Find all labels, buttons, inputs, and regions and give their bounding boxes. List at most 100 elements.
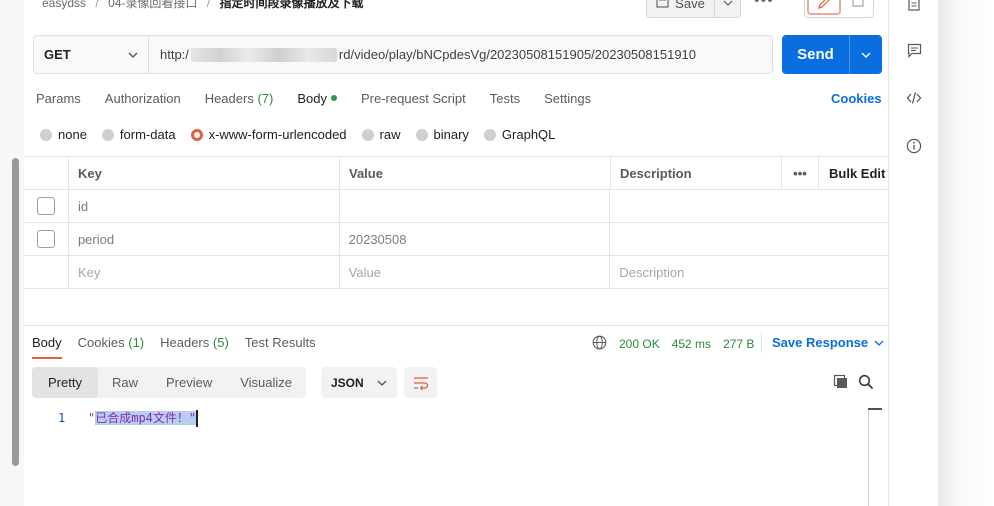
table-row-new: Key Value Description	[24, 256, 889, 289]
tab-response-cookies[interactable]: Cookies (1)	[78, 335, 144, 359]
tab-response-body[interactable]: Body	[32, 335, 62, 359]
tab-tests[interactable]: Tests	[490, 91, 520, 111]
request-tabs: Params Authorization Headers (7) Body Pr…	[36, 91, 615, 111]
tab-response-headers[interactable]: Headers (5)	[160, 335, 229, 359]
row-checkbox[interactable]	[36, 197, 55, 215]
column-header-value: Value	[340, 157, 611, 189]
info-icon[interactable]	[905, 137, 923, 155]
format-preview[interactable]: Preview	[152, 367, 226, 398]
breadcrumb-collection[interactable]: easydss	[42, 0, 86, 10]
chevron-down-icon	[377, 380, 387, 386]
editor-scroll-track[interactable]	[868, 409, 869, 506]
wrap-lines-button[interactable]	[404, 367, 437, 398]
tab-params[interactable]: Params	[36, 91, 81, 111]
selected-response-text[interactable]: 已合成mp4文件！"	[95, 411, 197, 425]
tab-authorization[interactable]: Authorization	[105, 91, 181, 111]
comment-mode-button[interactable]	[843, 0, 873, 17]
save-response-button[interactable]: Save Response	[772, 335, 884, 350]
radio-circle-selected	[190, 128, 203, 141]
row-description[interactable]	[610, 223, 889, 255]
pane-divider[interactable]	[24, 325, 889, 326]
line-number: 1	[58, 411, 66, 425]
edit-mode-button[interactable]	[807, 0, 841, 15]
search-icon[interactable]	[858, 374, 874, 393]
status-divider	[761, 333, 762, 353]
bulk-edit-button[interactable]: Bulk Edit	[819, 157, 889, 189]
format-visualize[interactable]: Visualize	[226, 367, 306, 398]
ellipsis-icon[interactable]: •••	[754, 0, 774, 10]
url-prefix: http:/	[160, 47, 189, 62]
send-options-button[interactable]	[849, 35, 882, 74]
save-label: Save	[675, 0, 705, 11]
send-group: Send	[782, 35, 882, 74]
chevron-down-icon	[723, 0, 732, 6]
body-type-options: none form-data x-www-form-urlencoded raw…	[40, 127, 570, 142]
radio-circle	[415, 128, 428, 141]
chevron-down-icon	[861, 52, 871, 58]
save-options-button[interactable]	[715, 0, 741, 18]
method-select[interactable]: GET	[34, 36, 149, 73]
row-key[interactable]: id	[69, 190, 340, 222]
right-sidebar	[888, 0, 938, 506]
radio-binary[interactable]: binary	[415, 127, 469, 142]
new-key-input[interactable]: Key	[69, 256, 340, 288]
row-checkbox[interactable]	[36, 230, 55, 248]
radio-circle	[40, 128, 52, 141]
request-url-bar: GET http:/ rd/video/play/bNCpdesVg/20230…	[33, 35, 773, 74]
code-icon[interactable]	[905, 89, 923, 107]
breadcrumb-separator: /	[206, 0, 211, 10]
row-checkbox-cell	[24, 190, 69, 222]
row-value[interactable]	[340, 190, 611, 222]
method-label: GET	[44, 47, 71, 62]
table-row: id	[24, 190, 889, 223]
document-icon[interactable]	[905, 0, 923, 12]
response-size[interactable]: 277 B	[723, 337, 754, 351]
tab-headers[interactable]: Headers (7)	[205, 91, 274, 111]
radio-none[interactable]: none	[40, 127, 87, 142]
language-select[interactable]: JSON	[321, 367, 397, 398]
globe-icon[interactable]	[592, 335, 607, 353]
save-group: Save	[646, 0, 741, 18]
row-key[interactable]: period	[69, 223, 340, 255]
radio-graphql[interactable]: GraphQL	[483, 127, 555, 142]
response-time[interactable]: 452 ms	[672, 337, 711, 351]
response-body-code[interactable]: "已合成mp4文件！"	[88, 409, 199, 427]
table-header: Key Value Description ••• Bulk Edit	[24, 157, 889, 190]
row-checkbox-cell	[24, 256, 69, 288]
radio-raw[interactable]: raw	[361, 127, 401, 142]
tab-test-results[interactable]: Test Results	[245, 335, 316, 359]
row-description[interactable]	[610, 190, 889, 222]
new-value-input[interactable]: Value	[340, 256, 611, 288]
editor-scroll-thumb[interactable]	[868, 408, 882, 410]
status-code[interactable]: 200 OK	[619, 337, 660, 351]
header-checkbox-cell	[24, 157, 69, 189]
format-raw[interactable]: Raw	[98, 367, 152, 398]
comment-icon[interactable]	[905, 41, 923, 59]
radio-x-www-form-urlencoded[interactable]: x-www-form-urlencoded	[190, 127, 347, 142]
breadcrumb-folder[interactable]: 04-录像回看接口	[108, 0, 197, 10]
language-label: JSON	[331, 375, 364, 390]
wrap-icon	[413, 376, 428, 390]
tab-pre-request-script[interactable]: Pre-request Script	[361, 91, 466, 111]
radio-circle	[483, 128, 496, 141]
radio-form-data[interactable]: form-data	[101, 127, 176, 142]
new-description-input[interactable]: Description	[610, 256, 889, 288]
text-cursor	[196, 410, 199, 427]
left-scrollbar[interactable]	[12, 158, 19, 466]
chevron-down-icon	[128, 52, 138, 58]
row-value[interactable]: 20230508	[340, 223, 611, 255]
save-button[interactable]: Save	[646, 0, 715, 18]
breadcrumb-request[interactable]: 指定时间段录像播放及下载	[219, 0, 363, 10]
pencil-icon	[818, 0, 830, 9]
copy-icon[interactable]	[833, 374, 849, 393]
format-pretty[interactable]: Pretty	[32, 367, 98, 398]
cookies-link[interactable]: Cookies	[831, 91, 882, 106]
send-button[interactable]: Send	[782, 35, 849, 74]
table-more-icon[interactable]: •••	[782, 157, 819, 189]
format-tabs: Pretty Raw Preview Visualize	[32, 367, 307, 398]
tab-body[interactable]: Body	[297, 91, 337, 111]
url-input[interactable]: http:/ rd/video/play/bNCpdesVg/202305081…	[149, 36, 772, 73]
tab-settings[interactable]: Settings	[544, 91, 591, 111]
headers-count: (7)	[257, 91, 274, 106]
url-path: rd/video/play/bNCpdesVg/20230508151905/2…	[338, 47, 697, 62]
